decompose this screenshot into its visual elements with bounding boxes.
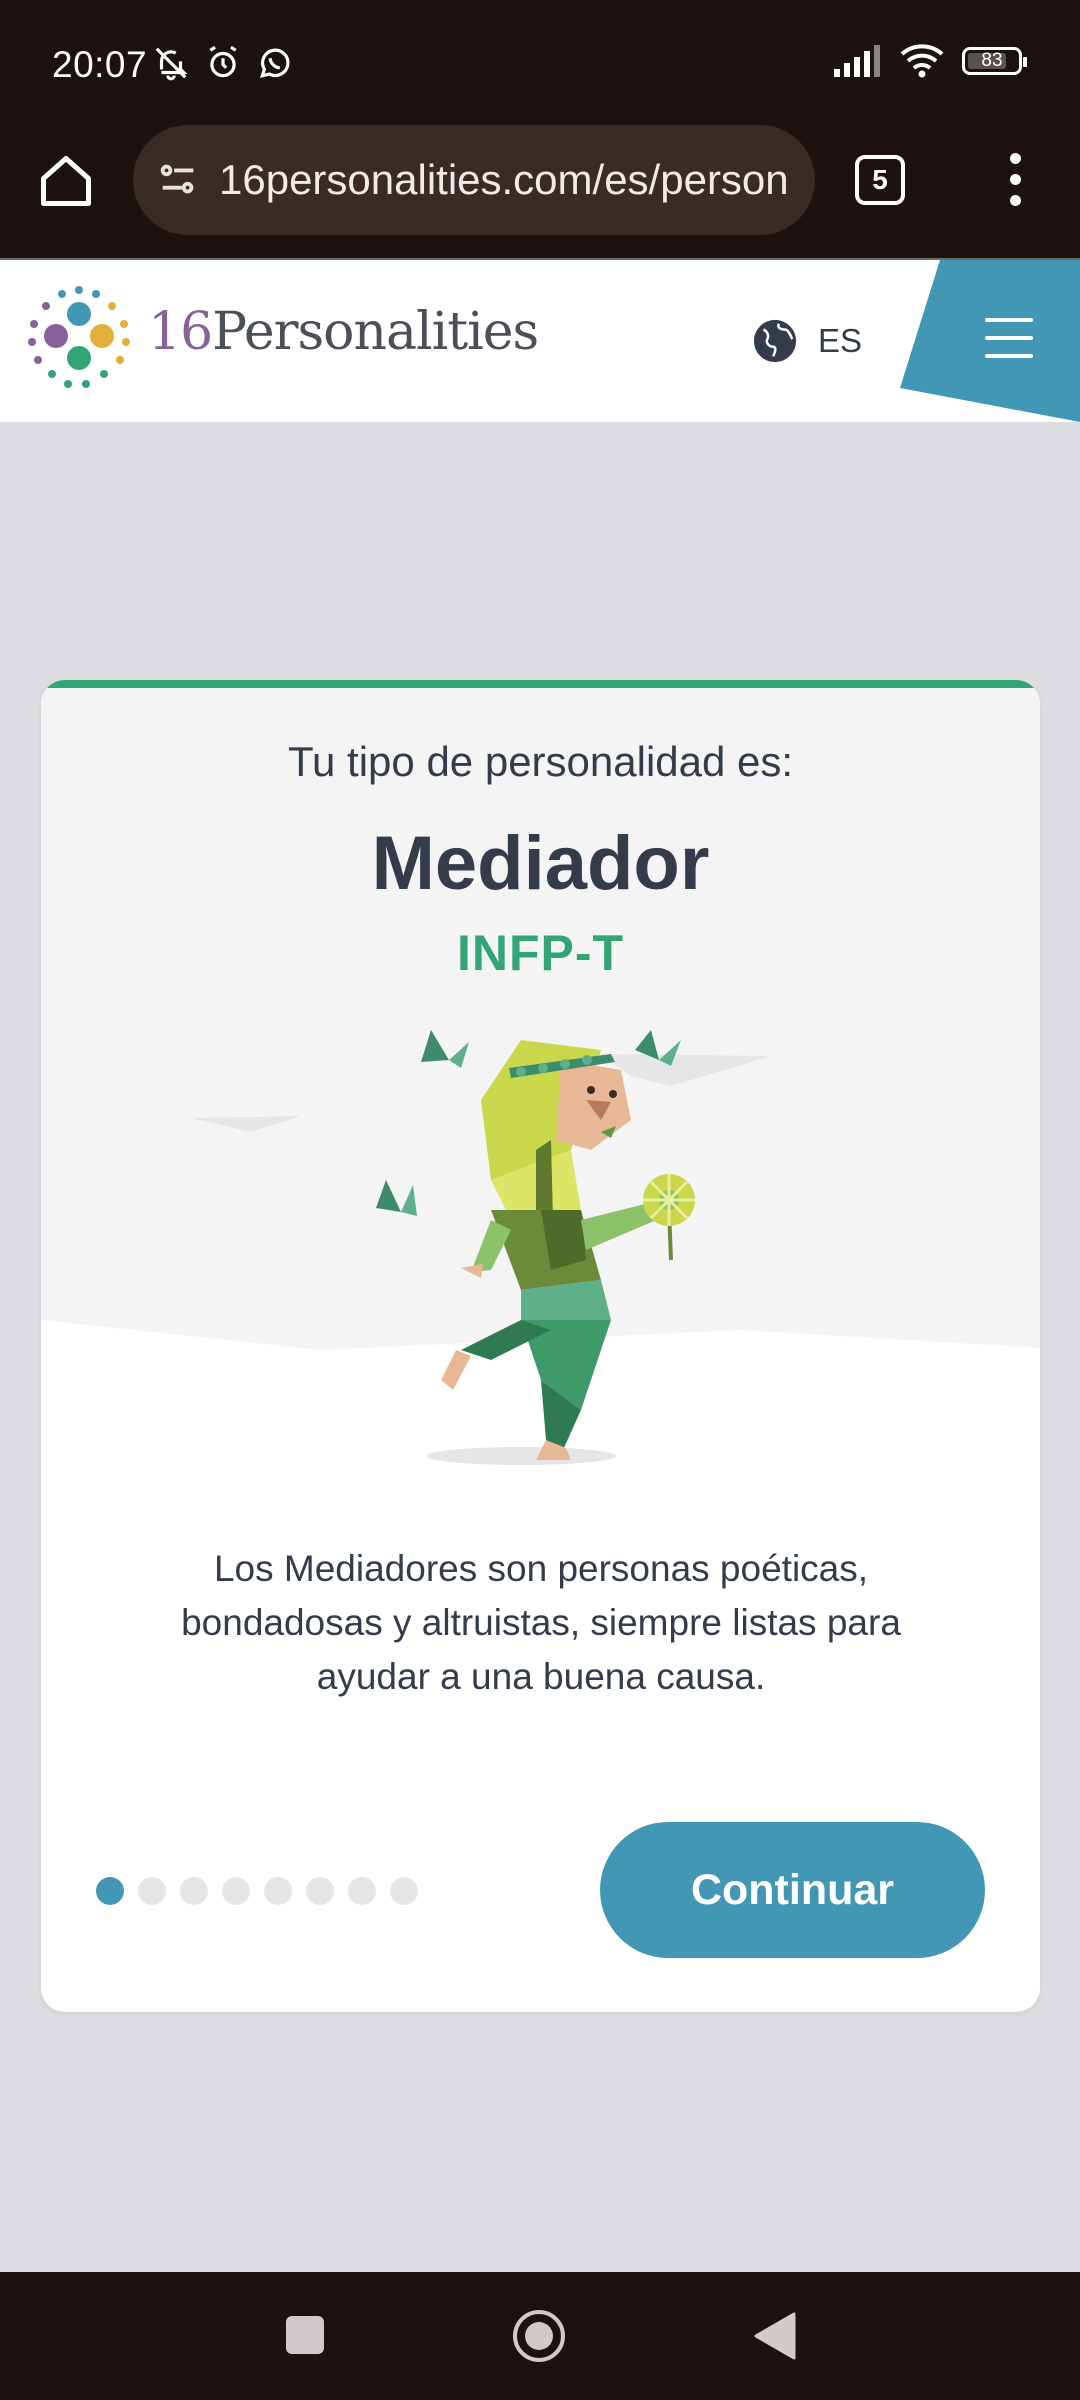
wifi-icon bbox=[900, 44, 944, 78]
browser-toolbar: 16personalities.com/es/personalidad-infp… bbox=[0, 125, 1080, 260]
home-icon[interactable] bbox=[36, 151, 96, 211]
back-icon[interactable] bbox=[752, 2312, 796, 2360]
site-header: 16Personalities ES bbox=[0, 260, 1080, 422]
hamburger-menu-icon[interactable] bbox=[985, 318, 1033, 372]
url-text[interactable]: 16personalities.com/es/personalidad-infp bbox=[219, 156, 789, 204]
browser-menu-icon[interactable] bbox=[1000, 153, 1030, 209]
logo-word: Personalities bbox=[212, 302, 539, 362]
whatsapp-icon bbox=[259, 48, 290, 78]
status-notification-icons bbox=[152, 44, 294, 82]
globe-icon bbox=[753, 319, 797, 363]
status-bar: 20:07 83 bbox=[0, 0, 1080, 125]
card-accent-border bbox=[41, 680, 1040, 688]
personality-type-code: INFP-T bbox=[456, 925, 625, 981]
logo-wordmark[interactable]: 16Personalities bbox=[148, 302, 539, 362]
status-time: 20:07 bbox=[52, 44, 148, 85]
signal-icon bbox=[834, 45, 880, 77]
progress-dot[interactable] bbox=[138, 1877, 166, 1905]
site-settings-icon[interactable] bbox=[155, 157, 201, 203]
battery-icon: 83 bbox=[962, 47, 1027, 75]
personality-description: Los Mediadores son personas poéticas, bo… bbox=[181, 1548, 901, 1697]
alarm-icon bbox=[209, 45, 237, 78]
language-selector[interactable]: ES bbox=[752, 318, 862, 364]
tab-switcher-button[interactable]: 5 bbox=[855, 155, 905, 205]
progress-dot[interactable] bbox=[264, 1877, 292, 1905]
result-card: Tu tipo de personalidad es: Mediador INF… bbox=[41, 680, 1040, 2012]
progress-dot[interactable] bbox=[306, 1877, 334, 1905]
continue-button[interactable]: Continuar bbox=[600, 1822, 985, 1958]
personality-type-name: Mediador bbox=[371, 821, 710, 906]
home-circle-icon[interactable] bbox=[511, 2308, 567, 2364]
progress-dot[interactable] bbox=[348, 1877, 376, 1905]
progress-dot[interactable] bbox=[96, 1877, 124, 1905]
status-system-icons: 83 bbox=[834, 44, 1027, 78]
bell-off-icon bbox=[155, 47, 188, 81]
logo-dots-icon[interactable] bbox=[24, 284, 134, 394]
progress-dot[interactable] bbox=[222, 1877, 250, 1905]
progress-dot[interactable] bbox=[180, 1877, 208, 1905]
logo-number: 16 bbox=[148, 302, 213, 362]
progress-dot[interactable] bbox=[390, 1877, 418, 1905]
progress-dots bbox=[96, 1877, 418, 1905]
recents-icon[interactable] bbox=[286, 2316, 324, 2354]
language-label: ES bbox=[818, 322, 863, 359]
result-intro: Tu tipo de personalidad es: bbox=[287, 738, 794, 785]
address-bar[interactable]: 16personalities.com/es/personalidad-infp bbox=[133, 125, 815, 235]
battery-level: 83 bbox=[981, 50, 1003, 71]
system-navigation-bar bbox=[0, 2272, 1080, 2400]
mediator-character-illustration bbox=[191, 1030, 771, 1465]
